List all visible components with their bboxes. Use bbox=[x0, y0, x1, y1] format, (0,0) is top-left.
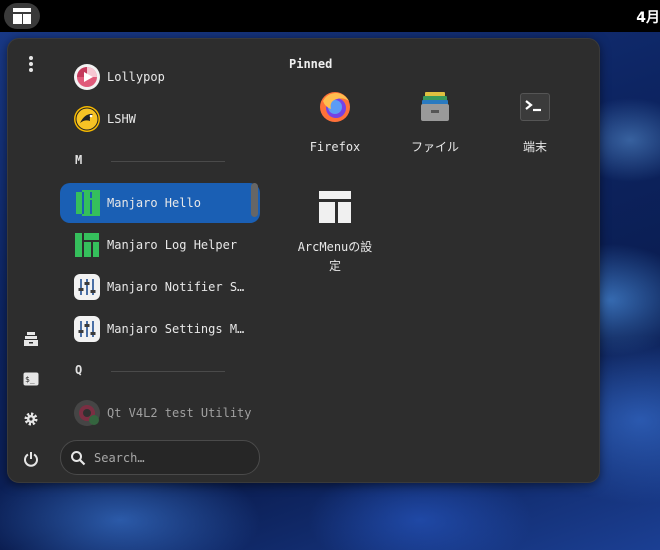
manjaro-logo-icon bbox=[74, 232, 100, 258]
app-label: Lollypop bbox=[107, 70, 165, 84]
app-list-scrollbar[interactable] bbox=[251, 183, 258, 217]
settings-sliders-icon bbox=[74, 274, 100, 300]
terminal-button[interactable]: $_ bbox=[18, 366, 44, 392]
pinned-label: ArcMenuの設定 bbox=[297, 240, 373, 273]
clock[interactable]: 4月 bbox=[636, 7, 660, 27]
firefox-icon bbox=[320, 92, 350, 122]
arcmenu-icon bbox=[13, 8, 31, 24]
app-item-lshw[interactable]: LSHW bbox=[60, 99, 260, 139]
more-options-button[interactable] bbox=[18, 51, 44, 77]
lollypop-icon bbox=[74, 64, 100, 90]
side-rail: $_ bbox=[8, 39, 54, 482]
arcmenu-button[interactable] bbox=[4, 3, 40, 29]
section-header-m: M bbox=[75, 153, 235, 173]
file-cabinet-icon bbox=[421, 92, 449, 121]
app-label: Qt V4L2 test Utility bbox=[107, 406, 252, 420]
section-letter: M bbox=[75, 153, 83, 167]
pinned-item-firefox[interactable]: Firefox bbox=[285, 89, 385, 157]
pinned-item-files[interactable]: ファイル bbox=[385, 89, 485, 157]
app-label: Manjaro Hello bbox=[107, 196, 201, 210]
manjaro-logo-icon bbox=[74, 190, 100, 216]
app-item-qt-v4l2[interactable]: Qt V4L2 test Utility bbox=[60, 393, 260, 431]
section-divider bbox=[111, 161, 225, 162]
pinned-label: Firefox bbox=[309, 140, 361, 154]
search-icon bbox=[71, 450, 86, 465]
search-box[interactable] bbox=[60, 440, 260, 475]
app-item-manjaro-settings-manager[interactable]: Manjaro Settings M… bbox=[60, 309, 260, 349]
terminal-icon bbox=[520, 93, 550, 121]
section-letter: Q bbox=[75, 363, 83, 377]
files-button[interactable] bbox=[18, 326, 44, 352]
app-label: Manjaro Settings M… bbox=[107, 322, 245, 336]
pinned-heading: Pinned bbox=[289, 57, 333, 71]
section-header-q: Q bbox=[75, 363, 235, 383]
kebab-menu-icon bbox=[29, 56, 33, 72]
settings-button[interactable] bbox=[18, 406, 44, 432]
app-item-manjaro-notifier-settings[interactable]: Manjaro Notifier S… bbox=[60, 267, 260, 307]
power-button[interactable] bbox=[18, 446, 44, 472]
terminal-icon: $_ bbox=[23, 372, 39, 386]
svg-text:$_: $_ bbox=[25, 375, 35, 384]
app-item-manjaro-hello[interactable]: Manjaro Hello bbox=[60, 183, 260, 223]
settings-sliders-icon bbox=[74, 316, 100, 342]
arcmenu-panel: $_ Lollypop LSHW M Manjaro Hello Manjaro… bbox=[7, 38, 600, 483]
webcam-icon bbox=[74, 400, 100, 426]
section-divider bbox=[111, 371, 225, 372]
top-bar: 4月 bbox=[0, 0, 660, 32]
gear-icon bbox=[24, 412, 38, 426]
pinned-item-arcmenu-settings[interactable]: ArcMenuの設定 bbox=[285, 189, 385, 276]
file-cabinet-icon bbox=[24, 332, 38, 346]
pinned-item-terminal[interactable]: 端末 bbox=[485, 89, 585, 157]
power-icon bbox=[24, 452, 38, 467]
app-label: Manjaro Notifier S… bbox=[107, 280, 245, 294]
lshw-icon bbox=[74, 106, 100, 132]
app-label: LSHW bbox=[107, 112, 136, 126]
pinned-label: 端末 bbox=[522, 140, 547, 154]
app-list: Lollypop LSHW M Manjaro Hello Manjaro Lo… bbox=[60, 39, 270, 431]
app-item-manjaro-log-helper[interactable]: Manjaro Log Helper bbox=[60, 225, 260, 265]
pinned-label: ファイル bbox=[410, 140, 459, 154]
app-label: Manjaro Log Helper bbox=[107, 238, 238, 252]
search-input[interactable] bbox=[92, 449, 246, 466]
arcmenu-icon bbox=[319, 191, 351, 223]
app-item-lollypop[interactable]: Lollypop bbox=[60, 57, 260, 97]
